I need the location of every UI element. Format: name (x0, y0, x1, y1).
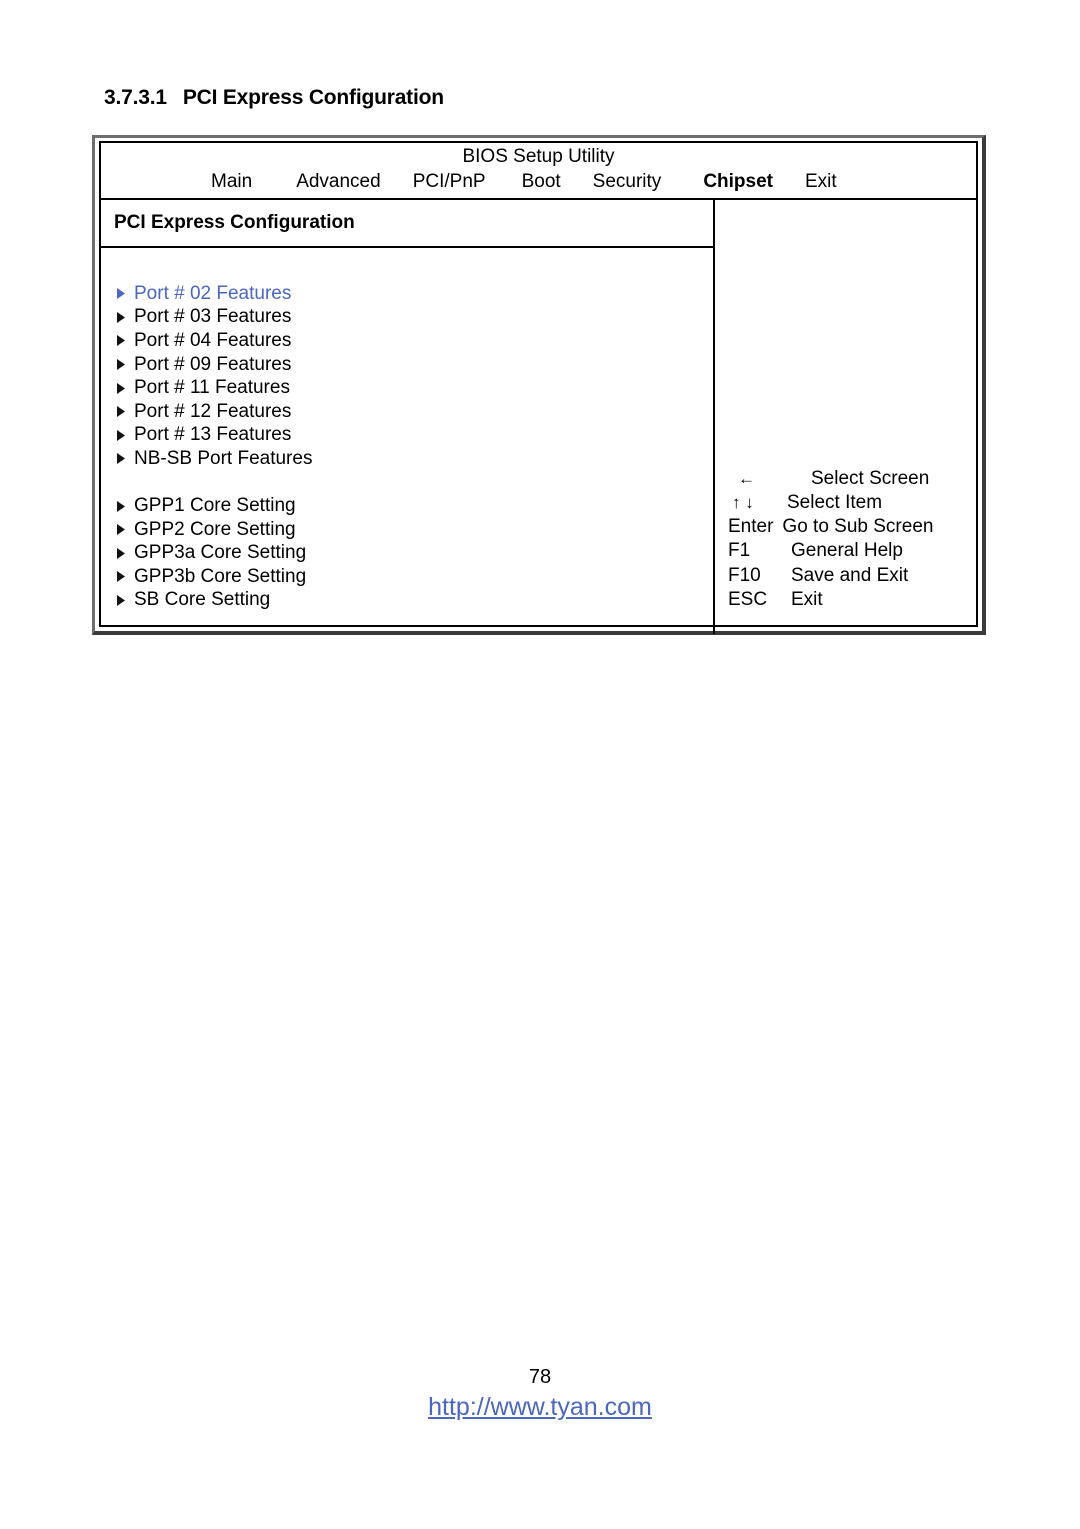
bios-window-inner: BIOS Setup Utility Main Advanced PCI/PnP… (99, 141, 978, 634)
menu-group-separator (117, 471, 713, 495)
menu-item-label: GPP3b Core Setting (134, 565, 307, 587)
triangle-right-icon (117, 429, 134, 441)
section-number: 3.7.3.1 (104, 86, 167, 109)
triangle-right-icon (117, 311, 134, 323)
menu-item-label: Port # 11 Features (134, 377, 290, 399)
help-row-esc: ESC Exit (728, 589, 988, 613)
menu-item-port-09-features[interactable]: Port # 09 Features (117, 353, 713, 377)
menu-item-label: Port # 02 Features (134, 282, 292, 304)
settings-menu-list: Port # 02 Features Port # 03 Features Po… (101, 248, 713, 612)
section-title: PCI Express Configuration (182, 86, 444, 109)
menu-item-label: Port # 03 Features (134, 306, 292, 328)
bios-body: PCI Express Configuration Port # 02 Feat… (101, 200, 976, 634)
help-key: F10 (728, 564, 761, 586)
triangle-right-icon (117, 335, 134, 347)
page-title: 3.7.3.1 PCI Express Configuration (104, 86, 444, 110)
menu-item-label: Port # 12 Features (134, 400, 292, 422)
tab-boot[interactable]: Boot (522, 171, 561, 193)
triangle-right-icon (117, 406, 134, 418)
page-number: 78 (528, 1366, 552, 1388)
help-label: Select Screen (811, 467, 930, 489)
triangle-right-icon (117, 524, 134, 536)
menu-item-label: Port # 09 Features (134, 353, 292, 375)
menu-item-gpp2-core-setting[interactable]: GPP2 Core Setting (117, 518, 713, 542)
menu-item-port-03-features[interactable]: Port # 03 Features (117, 306, 713, 330)
up-down-arrow-icon: ↑ ↓ (732, 493, 754, 513)
bios-titlebar: BIOS Setup Utility Main Advanced PCI/PnP… (101, 143, 976, 200)
tab-main[interactable]: Main (211, 171, 252, 193)
triangle-right-icon (117, 547, 134, 559)
help-label: Save and Exit (791, 564, 909, 586)
triangle-right-icon (117, 453, 134, 465)
left-arrow-icon: ← (738, 468, 755, 488)
tab-security[interactable]: Security (593, 171, 662, 193)
menu-item-nb-sb-port-features[interactable]: NB-SB Port Features (117, 447, 713, 471)
triangle-right-icon (117, 500, 134, 512)
triangle-right-icon (117, 359, 134, 371)
settings-pane-title: PCI Express Configuration (101, 200, 713, 248)
menu-item-gpp1-core-setting[interactable]: GPP1 Core Setting (117, 494, 713, 518)
menu-item-label: Port # 13 Features (134, 424, 292, 446)
menu-item-gpp3b-core-setting[interactable]: GPP3b Core Setting (117, 565, 713, 589)
help-row-enter: Enter Go to Sub Screen (728, 516, 988, 540)
help-pane: ← Select Screen ↑ ↓ Select Item Enter Go… (717, 200, 976, 634)
triangle-right-icon (117, 288, 134, 300)
menu-item-port-11-features[interactable]: Port # 11 Features (117, 376, 713, 400)
bios-setup-window: BIOS Setup Utility Main Advanced PCI/PnP… (92, 135, 986, 635)
help-row-select-item: ↑ ↓ Select Item (728, 492, 988, 516)
help-label: General Help (791, 540, 903, 562)
help-row-f10: F10 Save and Exit (728, 565, 988, 589)
menu-item-label: GPP2 Core Setting (134, 518, 296, 540)
tab-advanced[interactable]: Advanced (296, 171, 381, 193)
footer-url-text: http://www.tyan.com (428, 1393, 652, 1421)
settings-pane: PCI Express Configuration Port # 02 Feat… (101, 200, 715, 634)
help-row-f1: F1 General Help (728, 540, 988, 564)
help-key: ESC (728, 588, 768, 610)
menu-tab-bar: Main Advanced PCI/PnP Boot Security Chip… (101, 171, 976, 193)
menu-item-label: GPP1 Core Setting (134, 495, 296, 517)
menu-item-label: NB-SB Port Features (134, 447, 313, 469)
triangle-right-icon (117, 594, 134, 606)
menu-item-port-12-features[interactable]: Port # 12 Features (117, 400, 713, 424)
triangle-right-icon (117, 382, 134, 394)
footer-url-link[interactable]: http://www.tyan.com (0, 1393, 1080, 1422)
help-label: Go to Sub Screen (782, 516, 934, 538)
tab-exit[interactable]: Exit (805, 171, 837, 193)
help-key: Enter (728, 516, 774, 538)
menu-item-label: GPP3a Core Setting (134, 542, 307, 564)
help-label: Exit (791, 588, 823, 610)
tab-pci-pnp[interactable]: PCI/PnP (413, 171, 486, 193)
help-row-select-screen: ← Select Screen (728, 468, 988, 492)
menu-item-label: SB Core Setting (134, 589, 271, 611)
menu-item-gpp3a-core-setting[interactable]: GPP3a Core Setting (117, 541, 713, 565)
menu-item-label: Port # 04 Features (134, 329, 292, 351)
menu-item-port-02-features[interactable]: Port # 02 Features (117, 282, 713, 306)
utility-title: BIOS Setup Utility (462, 146, 615, 167)
tab-chipset[interactable]: Chipset (703, 171, 773, 193)
menu-item-sb-core-setting[interactable]: SB Core Setting (117, 589, 713, 613)
menu-item-port-04-features[interactable]: Port # 04 Features (117, 329, 713, 353)
triangle-right-icon (117, 571, 134, 583)
help-label: Select Item (787, 492, 883, 514)
help-key-list: ← Select Screen ↑ ↓ Select Item Enter Go… (728, 468, 988, 613)
help-key: F1 (728, 540, 751, 562)
menu-item-port-13-features[interactable]: Port # 13 Features (117, 424, 713, 448)
